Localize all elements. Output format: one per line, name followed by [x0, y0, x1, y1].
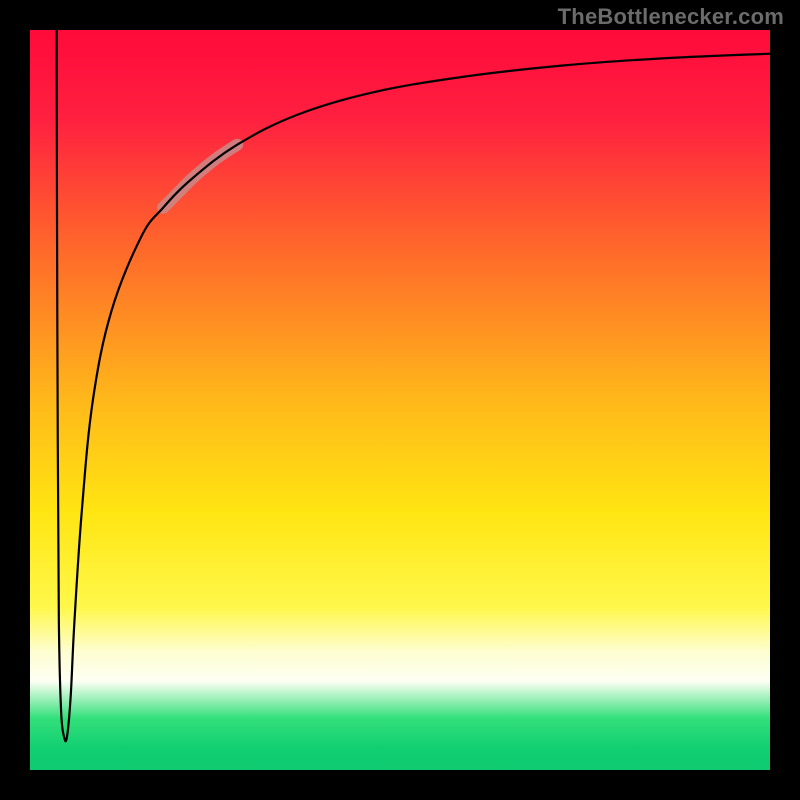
gradient-background: [30, 30, 770, 770]
plot-svg: [30, 30, 770, 770]
plot-frame: [30, 30, 770, 770]
watermark-text: TheBottlenecker.com: [558, 4, 784, 30]
chart-root: TheBottlenecker.com: [0, 0, 800, 800]
